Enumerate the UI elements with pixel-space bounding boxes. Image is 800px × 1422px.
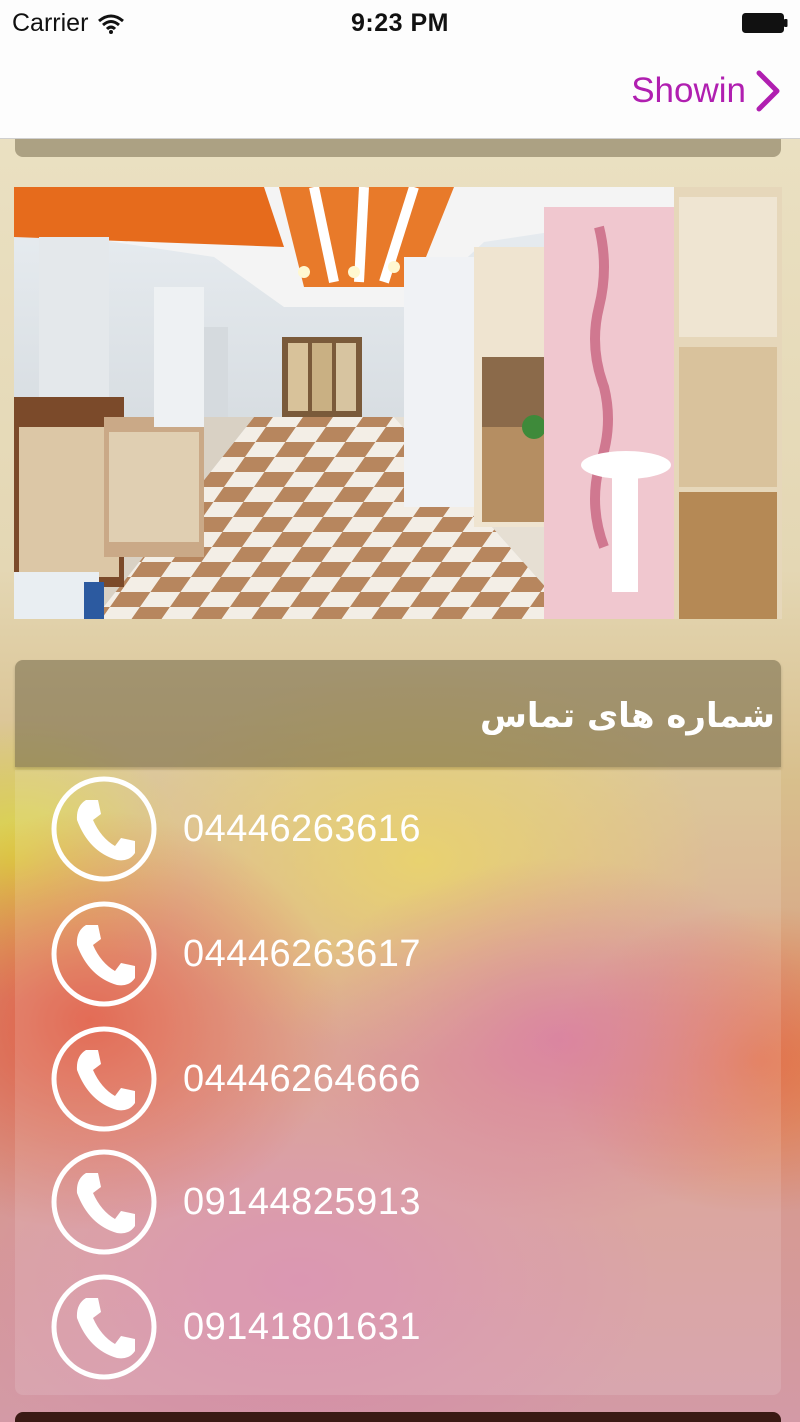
phone-number: 04446263616 — [183, 807, 421, 850]
phone-number: 09141801631 — [183, 1305, 421, 1348]
contact-list: 04446263616 04446263617 04446264666 0914… — [15, 770, 781, 1395]
status-time: 9:23 PM — [351, 9, 449, 37]
contact-header: شماره های تماس — [15, 660, 781, 767]
previous-section-edge — [15, 139, 781, 157]
next-section-edge — [15, 1412, 781, 1422]
phone-row[interactable]: 09141801631 — [51, 1273, 421, 1381]
phone-icon — [51, 1149, 157, 1255]
navigation-bar: Showin — [0, 46, 800, 139]
phone-icon — [51, 1274, 157, 1380]
phone-row[interactable]: 04446264666 — [51, 1025, 421, 1133]
status-bar: Carrier 9:23 PM — [0, 0, 800, 46]
battery-icon — [742, 13, 788, 33]
phone-row[interactable]: 04446263616 — [51, 775, 421, 883]
phone-row[interactable]: 04446263617 — [51, 900, 421, 1008]
phone-icon — [51, 1026, 157, 1132]
showin-forward-button[interactable]: Showin — [631, 70, 780, 112]
phone-icon — [51, 776, 157, 882]
phone-number: 04446263617 — [183, 932, 421, 975]
chevron-right-icon — [756, 70, 780, 112]
contact-title: شماره های تماس — [479, 696, 775, 736]
phone-icon — [51, 901, 157, 1007]
phone-number: 09144825913 — [183, 1180, 421, 1223]
phone-row[interactable]: 09144825913 — [51, 1148, 421, 1256]
showroom-photo — [14, 187, 782, 619]
showin-forward-label: Showin — [631, 71, 746, 110]
phone-number: 04446264666 — [183, 1057, 421, 1100]
